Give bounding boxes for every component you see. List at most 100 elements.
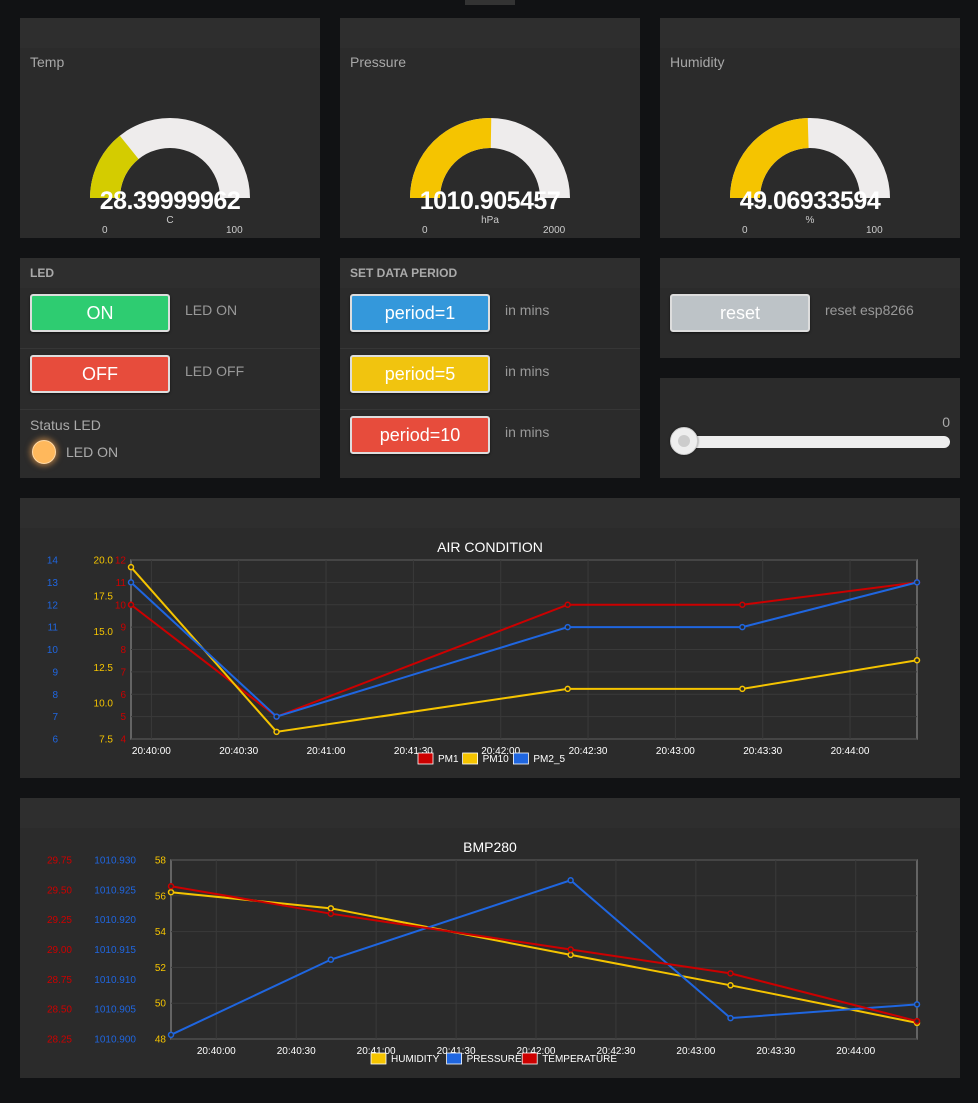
- legend-label: PRESSURE: [467, 1054, 522, 1065]
- x-tick-label: 20:40:30: [277, 1046, 316, 1057]
- card-header: [340, 18, 640, 48]
- data-point-temperature: [167, 883, 175, 890]
- x-tick-label: 20:41:00: [307, 746, 346, 757]
- y-tick-label-pressure: 1010.910: [94, 975, 136, 986]
- gauge-value: 1010.905457: [419, 187, 561, 215]
- y-tick-label-pm1: 10: [115, 600, 127, 611]
- gauge-title: Humidity: [670, 54, 725, 70]
- gauge-unit: %: [805, 215, 815, 226]
- y-tick-label-pm2_5: 8: [52, 690, 58, 701]
- group-title: LED: [30, 266, 54, 280]
- data-point-pm2_5: [739, 623, 746, 631]
- card-header: [20, 18, 320, 48]
- gauge-min: 0: [422, 225, 428, 236]
- data-point-pm1: [739, 601, 746, 608]
- data-point-pressure: [727, 1014, 734, 1022]
- gauge-unit: C: [166, 215, 174, 226]
- y-tick-label-pm1: 6: [120, 690, 126, 701]
- data-point-pm10: [564, 685, 571, 693]
- y-tick-label-pm10: 7.5: [99, 735, 113, 746]
- gauge-fill: [730, 118, 809, 198]
- bmp280-chart-card: 20:40:00 20:40:30 20:41:00 20:41:30 20:42:00…: [20, 798, 960, 1078]
- y-tick-label-pm1: 12: [115, 556, 127, 567]
- period-5-button[interactable]: period=5: [350, 355, 490, 393]
- y-tick-label-pm2_5: 6: [52, 735, 58, 746]
- slider-card: 0: [660, 378, 960, 478]
- led-off-label: LED OFF: [185, 363, 245, 379]
- y-tick-label-pm2_5: 14: [47, 556, 59, 567]
- data-point-pm2_5: [564, 623, 571, 631]
- y-tick-label-pm2_5: 12: [47, 600, 59, 611]
- y-tick-label-pm1: 4: [120, 735, 126, 746]
- period-unit-label: in mins: [505, 424, 550, 440]
- period-10-button[interactable]: period=10: [350, 416, 490, 454]
- x-tick-label: 20:40:00: [132, 746, 171, 757]
- temp-gauge-card: Temp 28.39999962 C 0 100: [20, 18, 320, 238]
- slider-value: 0: [942, 414, 950, 430]
- led-on-button[interactable]: ON: [30, 294, 170, 332]
- legend-swatch: [446, 1052, 463, 1065]
- y-tick-label-temperature: 28.50: [47, 1005, 72, 1016]
- legend-label: TEMPERATURE: [542, 1054, 617, 1065]
- led-off-button[interactable]: OFF: [30, 355, 170, 393]
- y-tick-label-pm1: 11: [116, 578, 127, 589]
- air-condition-chart-card: 20:40:00 20:40:30 20:41:00 20:41:30 20:42:00…: [20, 498, 960, 778]
- y-tick-label-pm10: 12.5: [94, 663, 114, 674]
- y-tick-label-pm2_5: 7: [52, 712, 58, 723]
- y-tick-label-pressure: 1010.905: [94, 1005, 136, 1016]
- data-point-pm10: [127, 563, 135, 571]
- y-tick-label-pm2_5: 10: [47, 645, 59, 656]
- data-point-temperature: [567, 946, 574, 953]
- y-tick-label-pressure: 1010.930: [94, 856, 136, 867]
- y-tick-label-humidity: 48: [155, 1035, 167, 1046]
- data-point-humidity: [727, 982, 734, 989]
- chart-title: AIR CONDITION: [437, 539, 543, 555]
- y-tick-label-humidity: 54: [155, 927, 167, 938]
- reset-button[interactable]: reset: [670, 294, 810, 332]
- y-tick-label-temperature: 28.75: [47, 975, 72, 986]
- led-group: LED ON LED ON OFF LED OFF Status LED LED…: [20, 258, 320, 478]
- period-unit-label: in mins: [505, 363, 550, 379]
- y-tick-label-temperature: 29.50: [47, 885, 72, 896]
- data-point-temperature: [913, 1017, 921, 1025]
- legend-label: PM1: [438, 754, 459, 765]
- x-tick-label: 20:43:00: [656, 746, 695, 757]
- data-point-pm2_5: [273, 713, 280, 720]
- legend-label: PM2_5: [533, 754, 565, 765]
- slider-track[interactable]: [674, 436, 950, 448]
- y-tick-label-humidity: 50: [155, 999, 167, 1010]
- gauge-unit: hPa: [481, 215, 499, 226]
- gauge-min: 0: [102, 225, 108, 236]
- y-tick-label-pressure: 1010.915: [94, 945, 136, 956]
- y-tick-label-pm10: 17.5: [94, 591, 114, 602]
- gauge-max: 100: [866, 225, 883, 236]
- data-point-pressure: [567, 877, 574, 884]
- y-tick-label-humidity: 56: [155, 891, 167, 902]
- chart-title: BMP280: [463, 839, 517, 855]
- slider-thumb[interactable]: [670, 427, 698, 455]
- reset-label: reset esp8266: [825, 302, 914, 318]
- y-tick-label-pm10: 20.0: [94, 556, 114, 567]
- temp-gauge: 28.39999962 C 0 100: [20, 98, 320, 248]
- data-point-temperature: [727, 970, 734, 977]
- card-header: [660, 18, 960, 48]
- status-led-text: LED ON: [66, 444, 119, 460]
- legend-label: PM10: [483, 754, 510, 765]
- y-tick-label-pm1: 9: [120, 623, 126, 634]
- data-point-pm1: [564, 601, 571, 608]
- period-1-button[interactable]: period=1: [350, 294, 490, 332]
- gauge-title: Temp: [30, 54, 65, 70]
- y-tick-label-pm1: 7: [120, 667, 126, 678]
- y-tick-label-temperature: 29.00: [47, 945, 72, 956]
- tab-indicator[interactable]: [465, 0, 515, 5]
- x-tick-label: 20:43:30: [756, 1046, 795, 1057]
- legend-swatch: [417, 752, 434, 765]
- data-point-humidity: [327, 905, 335, 912]
- period-group: SET DATA PERIOD period=1 in mins period=…: [340, 258, 640, 478]
- data-point-humidity: [167, 888, 175, 896]
- x-tick-label: 20:40:30: [219, 746, 258, 757]
- group-header: [20, 258, 320, 288]
- legend-swatch: [521, 1052, 538, 1065]
- gauge-title: Pressure: [350, 54, 407, 70]
- y-tick-label-humidity: 58: [155, 856, 167, 867]
